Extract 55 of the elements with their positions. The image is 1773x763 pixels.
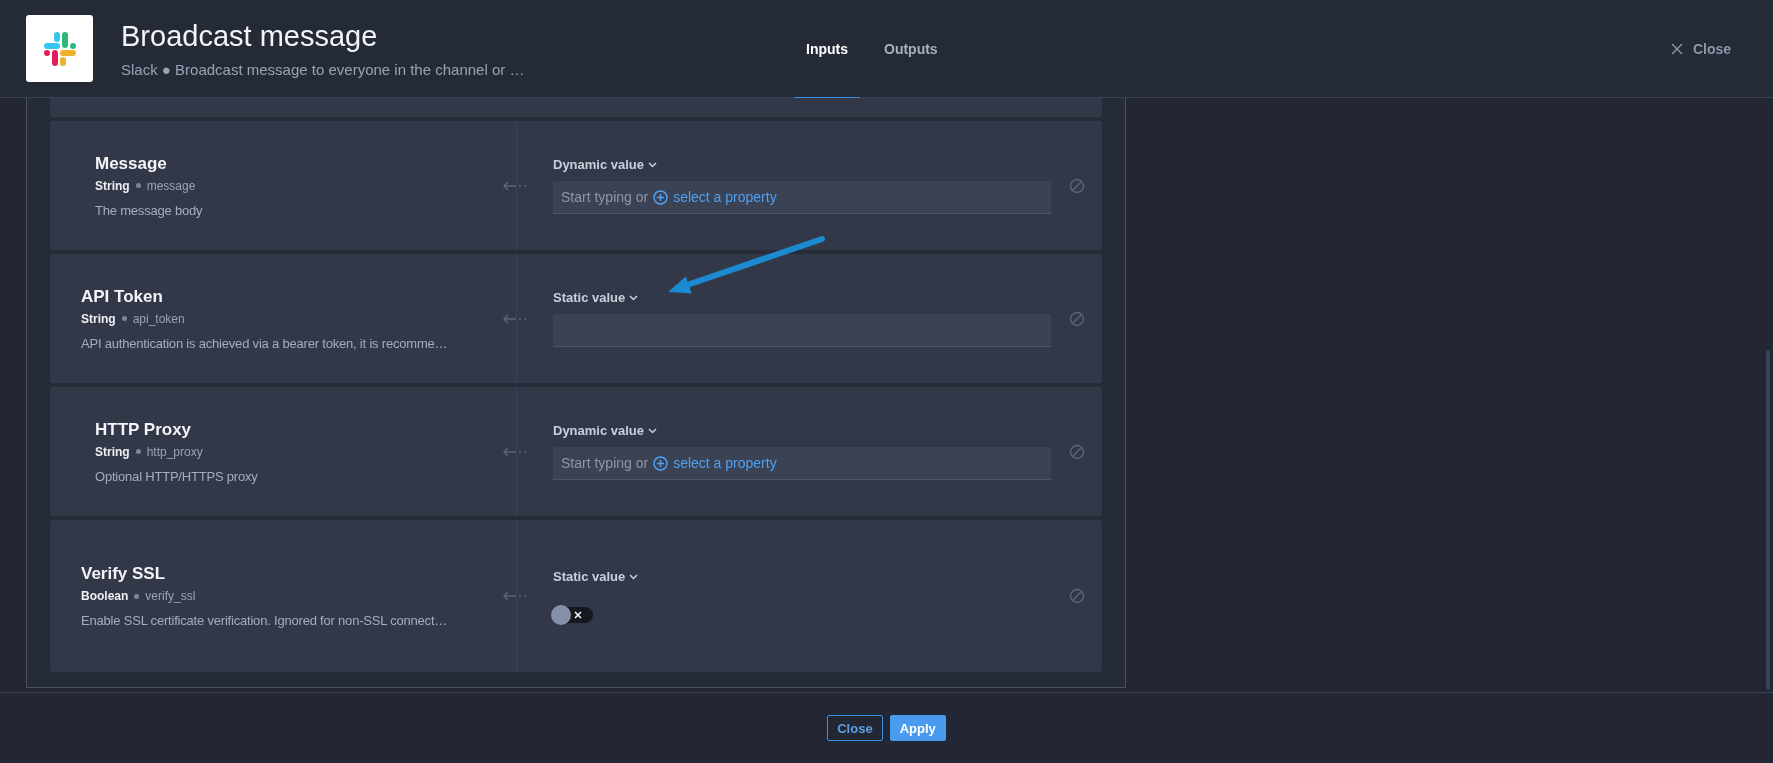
disable-icon[interactable]	[1069, 177, 1085, 194]
input-key: message	[146, 178, 196, 193]
property-field[interactable]: Start typing or select a property	[553, 447, 1051, 480]
input-type: String	[95, 444, 130, 459]
value-mode-dropdown[interactable]: Dynamic value	[553, 157, 658, 172]
mapping-arrow-icon	[503, 180, 529, 191]
close-button[interactable]: Close	[827, 715, 883, 741]
field-hint: Start typing or	[561, 455, 649, 471]
cross-icon	[574, 611, 582, 619]
close-icon	[1670, 42, 1683, 55]
chevron-down-icon	[648, 427, 658, 434]
disable-icon[interactable]	[1069, 588, 1085, 604]
input-name: Verify SSL	[81, 564, 167, 584]
input-type: Boolean	[81, 589, 129, 603]
dialog-subtitle: Slack ● Broadcast message to everyone in the channel or …	[121, 60, 526, 78]
input-key: http_proxy	[146, 444, 203, 459]
dialog-title: Broadcast message	[121, 19, 379, 53]
add-circle-icon	[653, 189, 669, 205]
separator-dot-icon	[135, 449, 141, 454]
mapping-arrow-icon	[503, 313, 529, 324]
select-property-link[interactable]: select a property	[653, 455, 777, 471]
separator-dot-icon	[134, 593, 140, 599]
input-field[interactable]	[553, 314, 1051, 347]
input-type: String	[81, 311, 116, 326]
input-type: String	[95, 178, 130, 193]
input-key: api_token	[132, 311, 185, 326]
value-mode-dropdown[interactable]: Dynamic value	[553, 423, 658, 438]
field-hint: Start typing or	[561, 189, 649, 205]
chevron-down-icon	[648, 161, 658, 168]
value-mode-dropdown[interactable]: Static value	[553, 569, 639, 584]
input-description: Enable SSL certificate verification. Ignored for non-SSL connect…	[81, 613, 449, 628]
mapping-arrow-icon	[503, 446, 529, 457]
scrollbar[interactable]	[1766, 350, 1770, 690]
property-field[interactable]: Start typing or select a property	[553, 181, 1051, 214]
separator-dot-icon	[135, 183, 141, 188]
chevron-down-icon	[629, 573, 639, 580]
input-description: API authentication is achieved via a bearer token, it is recomme…	[81, 335, 449, 351]
input-description: The message body	[95, 202, 204, 218]
tab[interactable]: Outputs	[872, 0, 950, 99]
mapping-arrow-icon	[503, 591, 529, 601]
separator-dot-icon	[121, 316, 127, 321]
disable-icon[interactable]	[1069, 443, 1085, 460]
input-name: Message	[95, 153, 168, 174]
input-description: Optional HTTP/HTTPS proxy	[95, 468, 259, 484]
disable-icon[interactable]	[1069, 310, 1085, 327]
input-key: verify_ssl	[145, 589, 196, 603]
chevron-down-icon	[629, 294, 639, 301]
select-property-link[interactable]: select a property	[653, 189, 777, 205]
toggle-switch[interactable]	[553, 607, 593, 623]
close-button[interactable]: Close	[1664, 39, 1737, 58]
add-circle-icon	[653, 455, 669, 471]
input-name: API Token	[81, 286, 164, 307]
apply-button[interactable]: Apply	[889, 715, 946, 741]
input-name: HTTP Proxy	[95, 419, 193, 440]
value-mode-dropdown[interactable]: Static value	[553, 290, 639, 305]
